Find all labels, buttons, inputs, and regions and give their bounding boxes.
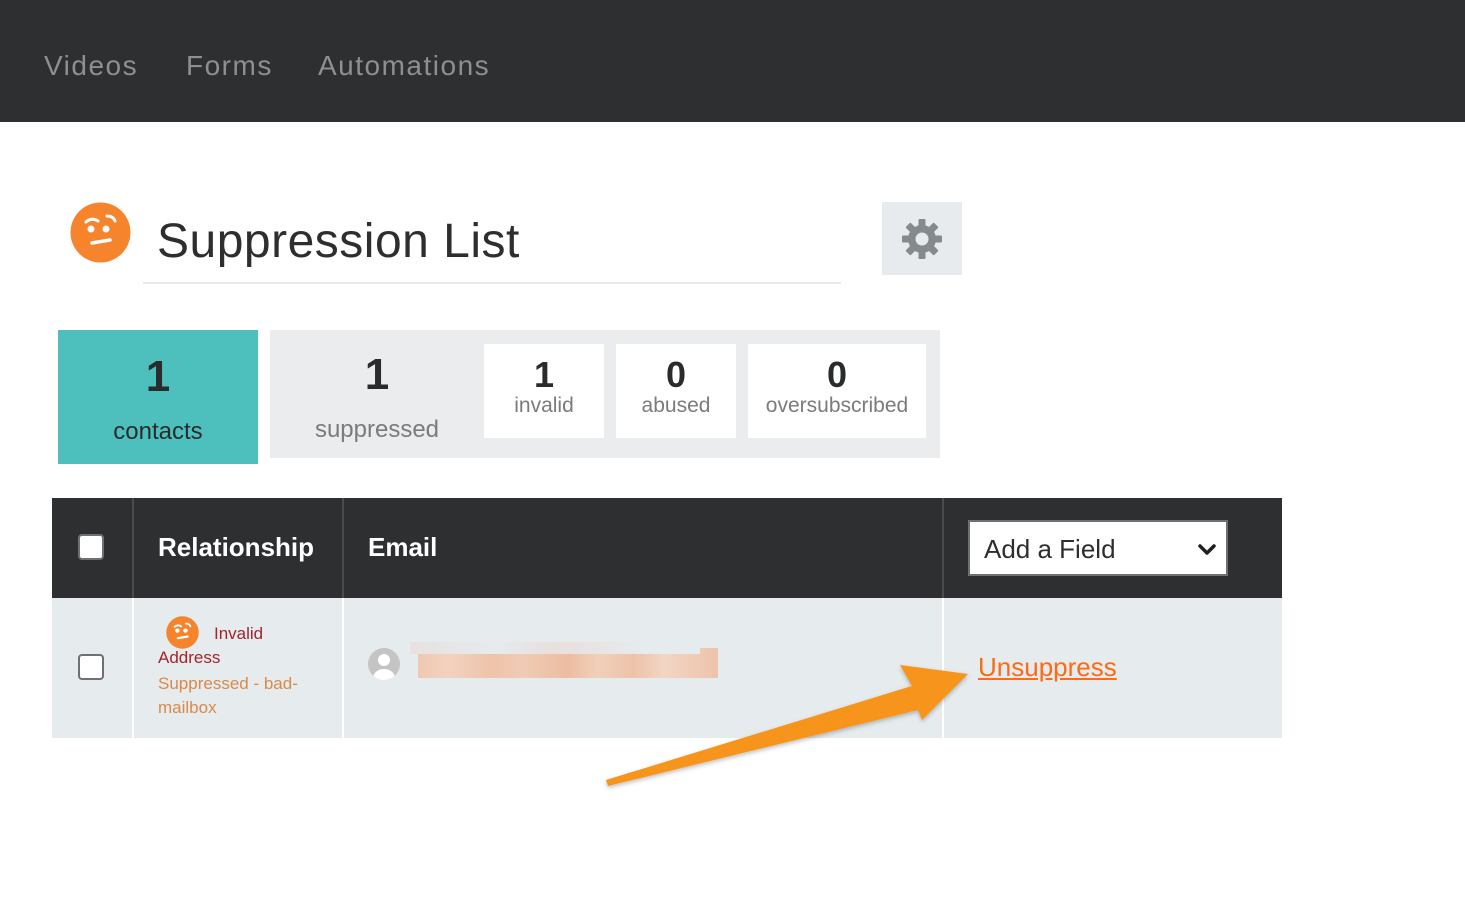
relationship-status-line2: Address (158, 648, 221, 667)
column-header-relationship[interactable]: Relationship (158, 532, 314, 563)
table-row: Invalid Address Suppressed - bad-mailbox… (52, 598, 1282, 738)
row-checkbox[interactable] (78, 654, 104, 680)
add-field-label: Add a Field (984, 534, 1116, 564)
stat-contacts[interactable]: 1 contacts (58, 330, 258, 464)
skeptical-face-icon (70, 202, 131, 263)
stat-oversubscribed-label: oversubscribed (765, 394, 909, 417)
stat-oversubscribed-value: 0 (826, 354, 848, 395)
stat-abused[interactable]: 0 abused (616, 344, 736, 438)
relationship-status: Invalid Address (158, 622, 328, 670)
page-title: Suppression List (157, 215, 520, 268)
stat-invalid-value: 1 (533, 354, 555, 395)
select-all-checkbox[interactable] (78, 534, 104, 560)
table-header: Relationship Email Add a Field (52, 498, 1282, 598)
column-divider (942, 598, 944, 738)
email-redacted[interactable] (410, 642, 718, 678)
stat-abused-value: 0 (665, 354, 687, 395)
nav-automations[interactable]: Automations (318, 50, 490, 82)
nav-videos[interactable]: Videos (44, 50, 138, 82)
list-title-field[interactable]: Suppression List (143, 200, 841, 284)
settings-button[interactable] (882, 202, 962, 275)
gear-icon (902, 218, 942, 259)
stat-oversubscribed[interactable]: 0 oversubscribed (748, 344, 926, 438)
relationship-detail: Suppressed - bad-mailbox (158, 674, 298, 717)
nav-forms[interactable]: Forms (186, 50, 273, 82)
user-avatar-icon (368, 648, 400, 680)
stat-contacts-value: 1 (145, 352, 171, 401)
column-divider (132, 598, 134, 738)
stat-suppressed-value: 1 (364, 350, 390, 399)
stat-invalid-label: invalid (514, 394, 574, 417)
top-nav-bar: Videos Forms Automations (0, 0, 1465, 122)
column-header-email[interactable]: Email (368, 532, 437, 563)
suppression-stats-group: 1 suppressed 1 invalid 0 abused 0 oversu… (270, 330, 940, 458)
column-divider (942, 498, 944, 598)
stat-suppressed-label: suppressed (314, 416, 440, 443)
chevron-down-icon (1198, 544, 1216, 555)
stat-contacts-label: contacts (113, 418, 203, 445)
relationship-status-line1: Invalid (214, 624, 264, 643)
column-divider (342, 598, 344, 738)
column-divider (342, 498, 344, 598)
stat-suppressed[interactable]: 1 suppressed (270, 330, 484, 458)
stat-invalid[interactable]: 1 invalid (484, 344, 604, 438)
add-field-select[interactable]: Add a Field (968, 520, 1228, 576)
stat-abused-label: abused (641, 394, 711, 417)
unsuppress-link[interactable]: Unsuppress (978, 652, 1117, 683)
column-divider (132, 498, 134, 598)
